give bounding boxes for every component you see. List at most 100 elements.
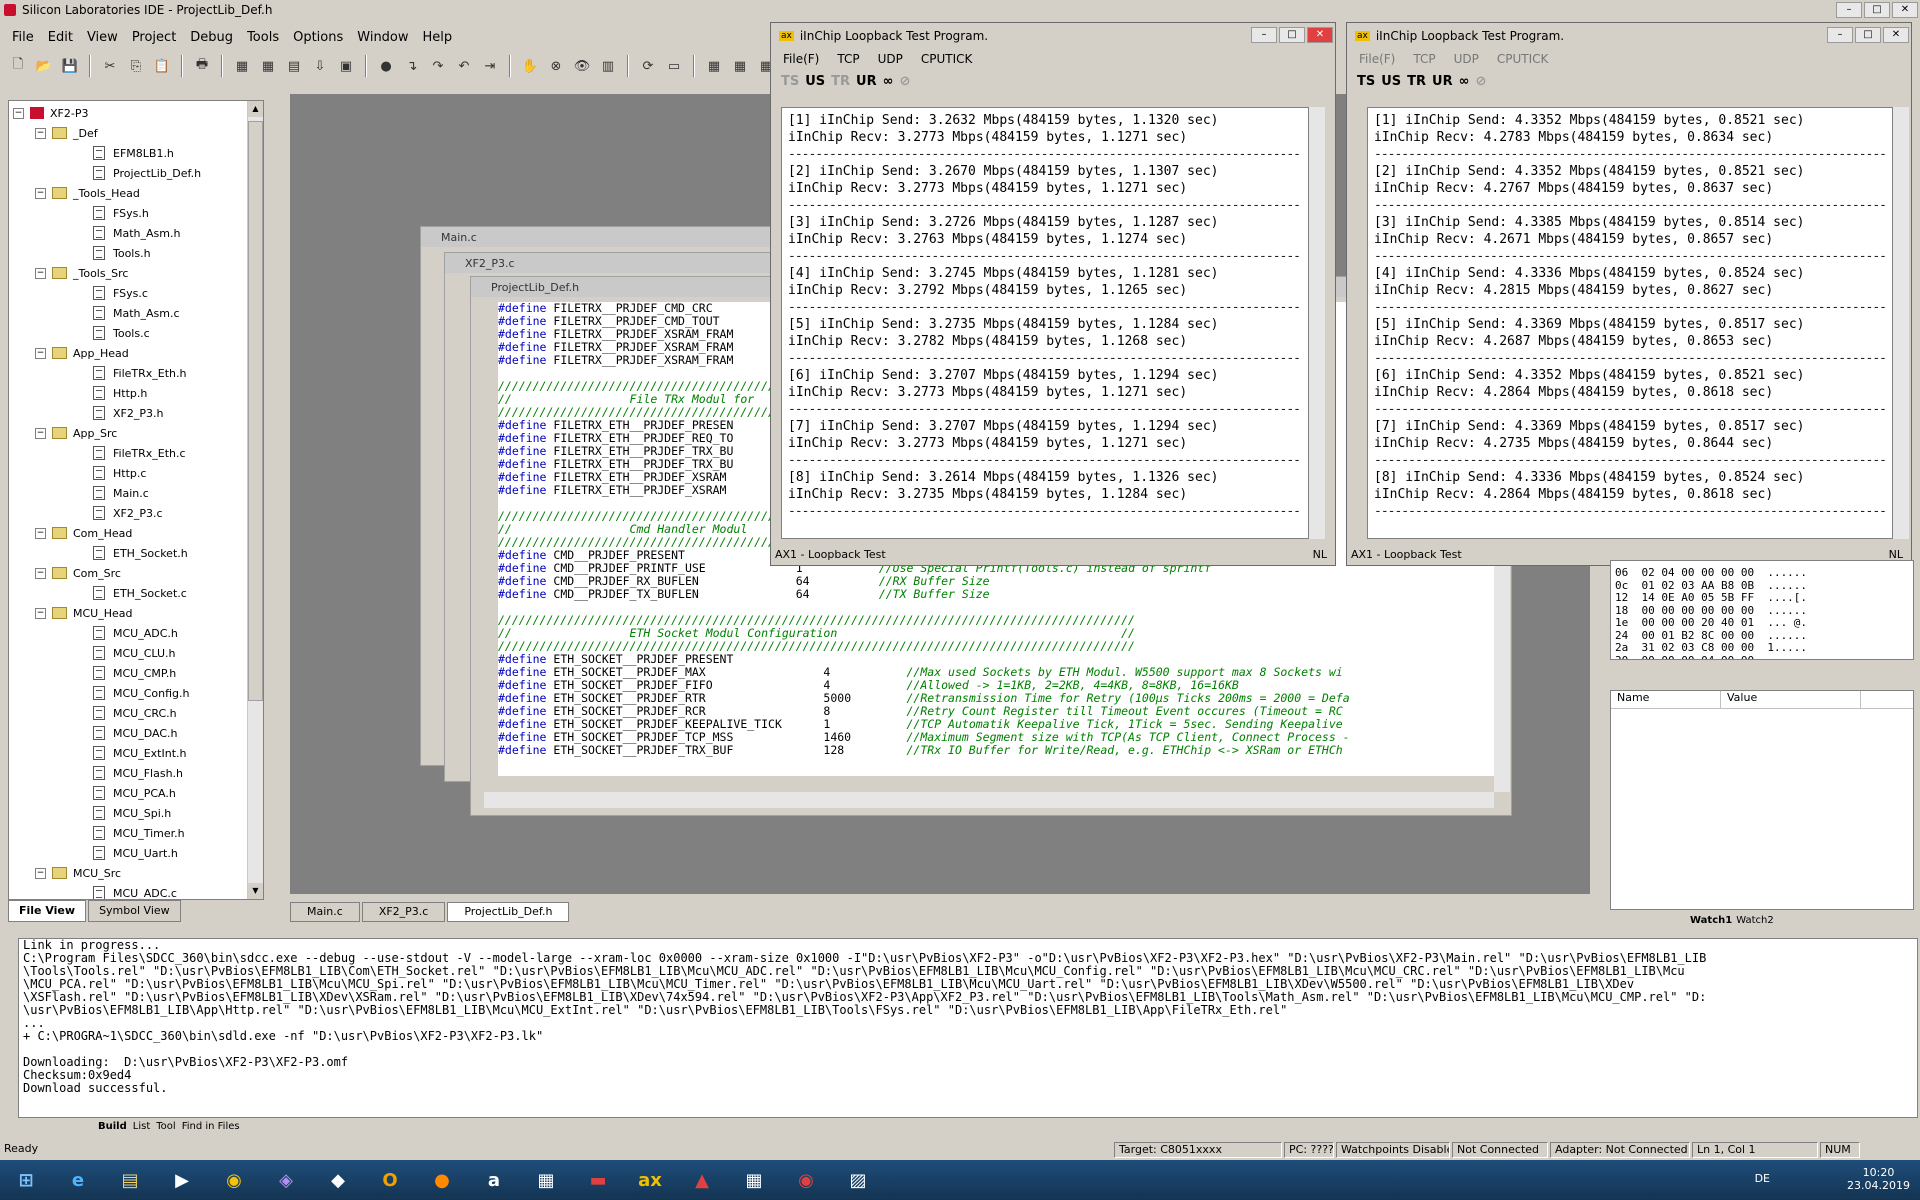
menu-window[interactable]: Window (357, 30, 408, 45)
tab-list[interactable]: List (133, 1121, 150, 1132)
menu-options[interactable]: Options (293, 30, 343, 45)
app-icon[interactable]: ◆ (312, 1160, 364, 1200)
memory-icon[interactable]: ▥ (598, 56, 618, 76)
menu-cputick[interactable]: CPUTICK (1497, 52, 1549, 66)
watch-col-name[interactable]: Name (1611, 691, 1721, 708)
tree-item[interactable]: − Com_Src (35, 563, 121, 583)
collapse-icon[interactable]: − (35, 427, 46, 439)
tree-item[interactable]: FileTRx_Eth.c (93, 443, 186, 463)
menu-tcp[interactable]: TCP (1413, 52, 1435, 66)
tree-item[interactable]: MCU_CLU.h (93, 643, 176, 663)
ie-icon[interactable]: e (52, 1160, 104, 1200)
tree-scrollbar[interactable]: ▲ ▼ (247, 101, 263, 899)
tree-item[interactable]: MCU_CRC.h (93, 703, 177, 723)
collapse-icon[interactable]: − (35, 867, 46, 879)
tree-item[interactable]: MCU_Flash.h (93, 763, 183, 783)
tree-item[interactable]: XF2_P3.h (93, 403, 163, 423)
tree-item[interactable]: MCU_ADC.c (93, 883, 177, 899)
tree-item[interactable]: Tools.h (93, 243, 151, 263)
tab-tool[interactable]: Tool (156, 1121, 175, 1132)
tree-item[interactable]: − MCU_Src (35, 863, 121, 883)
collapse-icon[interactable]: − (13, 107, 24, 119)
menu-udp[interactable]: UDP (878, 52, 903, 66)
tree-item[interactable]: FSys.c (93, 283, 148, 303)
code-hscroll[interactable] (484, 792, 1494, 808)
menu-file-f[interactable]: File(F) (783, 52, 819, 66)
tcp-client-icon[interactable]: TR (831, 74, 850, 89)
tree-item[interactable]: ETH_Socket.h (93, 543, 188, 563)
collapse-icon[interactable]: − (35, 187, 46, 199)
tree-item[interactable]: − App_Src (35, 423, 117, 443)
tree-item[interactable]: Main.c (93, 483, 149, 503)
menu-file[interactable]: File (12, 30, 34, 45)
tab-symbol-view[interactable]: Symbol View (88, 900, 181, 922)
tree-item[interactable]: Http.h (93, 383, 147, 403)
calculator-icon[interactable]: ▦ (728, 1160, 780, 1200)
loopback-scrollbar[interactable] (1893, 107, 1909, 539)
stop-icon[interactable]: ⊘ (1475, 74, 1486, 89)
tree-item[interactable]: MCU_CMP.h (93, 663, 176, 683)
collapse-icon[interactable]: − (35, 527, 46, 539)
collapse-icon[interactable]: − (35, 347, 46, 359)
silabs-icon[interactable]: ◉ (780, 1160, 832, 1200)
tcp-client-icon[interactable]: TR (1407, 74, 1426, 89)
tree-item[interactable]: MCU_PCA.h (93, 783, 176, 803)
menu-debug[interactable]: Debug (190, 30, 233, 45)
refresh-icon[interactable]: ⟳ (638, 56, 658, 76)
menu-file-f[interactable]: File(F) (1359, 52, 1395, 66)
sfr-icon[interactable]: ▦ (704, 56, 724, 76)
project-icon[interactable]: ▣ (336, 56, 356, 76)
tree-item[interactable]: ETH_Socket.c (93, 583, 187, 603)
chrome-icon[interactable]: ◉ (208, 1160, 260, 1200)
tree-item[interactable]: Math_Asm.c (93, 303, 180, 323)
menu-view[interactable]: View (87, 30, 118, 45)
cut-icon[interactable]: ✂ (100, 56, 120, 76)
loop-icon[interactable]: ∞ (883, 74, 894, 89)
tree-item[interactable]: − _Tools_Src (35, 263, 128, 283)
watch-col-value[interactable]: Value (1721, 691, 1861, 708)
paste-icon[interactable]: 📋 (152, 56, 172, 76)
loop-icon[interactable]: ∞ (1459, 74, 1470, 89)
language-indicator[interactable]: DE (1755, 1172, 1770, 1185)
menu-tools[interactable]: Tools (247, 30, 279, 45)
tree-item[interactable]: FileTRx_Eth.h (93, 363, 186, 383)
stop-icon[interactable]: ⊘ (899, 74, 910, 89)
tab-find-in-files[interactable]: Find in Files (182, 1121, 240, 1132)
tree-item[interactable]: MCU_Uart.h (93, 843, 178, 863)
udp-client-icon[interactable]: UR (1432, 74, 1453, 89)
tree-item[interactable]: − Com_Head (35, 523, 132, 543)
tree-item[interactable]: MCU_ADC.h (93, 623, 178, 643)
tree-item[interactable]: MCU_ExtInt.h (93, 743, 187, 763)
explorer-icon[interactable]: ▤ (104, 1160, 156, 1200)
firefox-icon[interactable]: ● (416, 1160, 468, 1200)
compile-icon[interactable]: ▤ (284, 56, 304, 76)
close-button[interactable]: ✕ (1307, 27, 1333, 43)
collapse-icon[interactable]: − (35, 567, 46, 579)
outlook-icon[interactable]: O (364, 1160, 416, 1200)
menu-tcp[interactable]: TCP (837, 52, 859, 66)
tree-item[interactable]: Http.c (93, 463, 146, 483)
tab-main-c[interactable]: Main.c (290, 902, 360, 922)
data-icon[interactable]: ▦ (730, 56, 750, 76)
menu-cputick[interactable]: CPUTICK (921, 52, 973, 66)
flash-icon[interactable]: ▲ (676, 1160, 728, 1200)
loopback-window-1[interactable]: ax iInChip Loopback Test Program. – □ ✕ Fi… (770, 22, 1336, 566)
tree-item[interactable]: − _Tools_Head (35, 183, 140, 203)
start-button[interactable]: ⊞ (0, 1160, 52, 1200)
tcp-server-icon[interactable]: TS (1357, 74, 1375, 89)
tree-item[interactable]: Tools.c (93, 323, 150, 343)
tree-item[interactable]: MCU_Config.h (93, 683, 189, 703)
collapse-icon[interactable]: − (35, 127, 46, 139)
close-button[interactable]: ✕ (1883, 27, 1909, 43)
download-icon[interactable]: ⇩ (310, 56, 330, 76)
new-file-icon[interactable]: 🗋 (8, 56, 28, 76)
tree-item[interactable]: FSys.h (93, 203, 149, 223)
network-icon[interactable]: ▦ (520, 1160, 572, 1200)
minimize-button[interactable]: – (1836, 2, 1862, 18)
close-button[interactable]: ✕ (1892, 2, 1918, 18)
tree-item[interactable]: Math_Asm.h (93, 223, 180, 243)
ax1-taskbar-icon[interactable]: ax (624, 1160, 676, 1200)
tab-build[interactable]: Build (98, 1121, 127, 1132)
print-icon[interactable]: 🖶 (192, 56, 212, 76)
tab-watch1[interactable]: Watch1 (1690, 915, 1732, 926)
